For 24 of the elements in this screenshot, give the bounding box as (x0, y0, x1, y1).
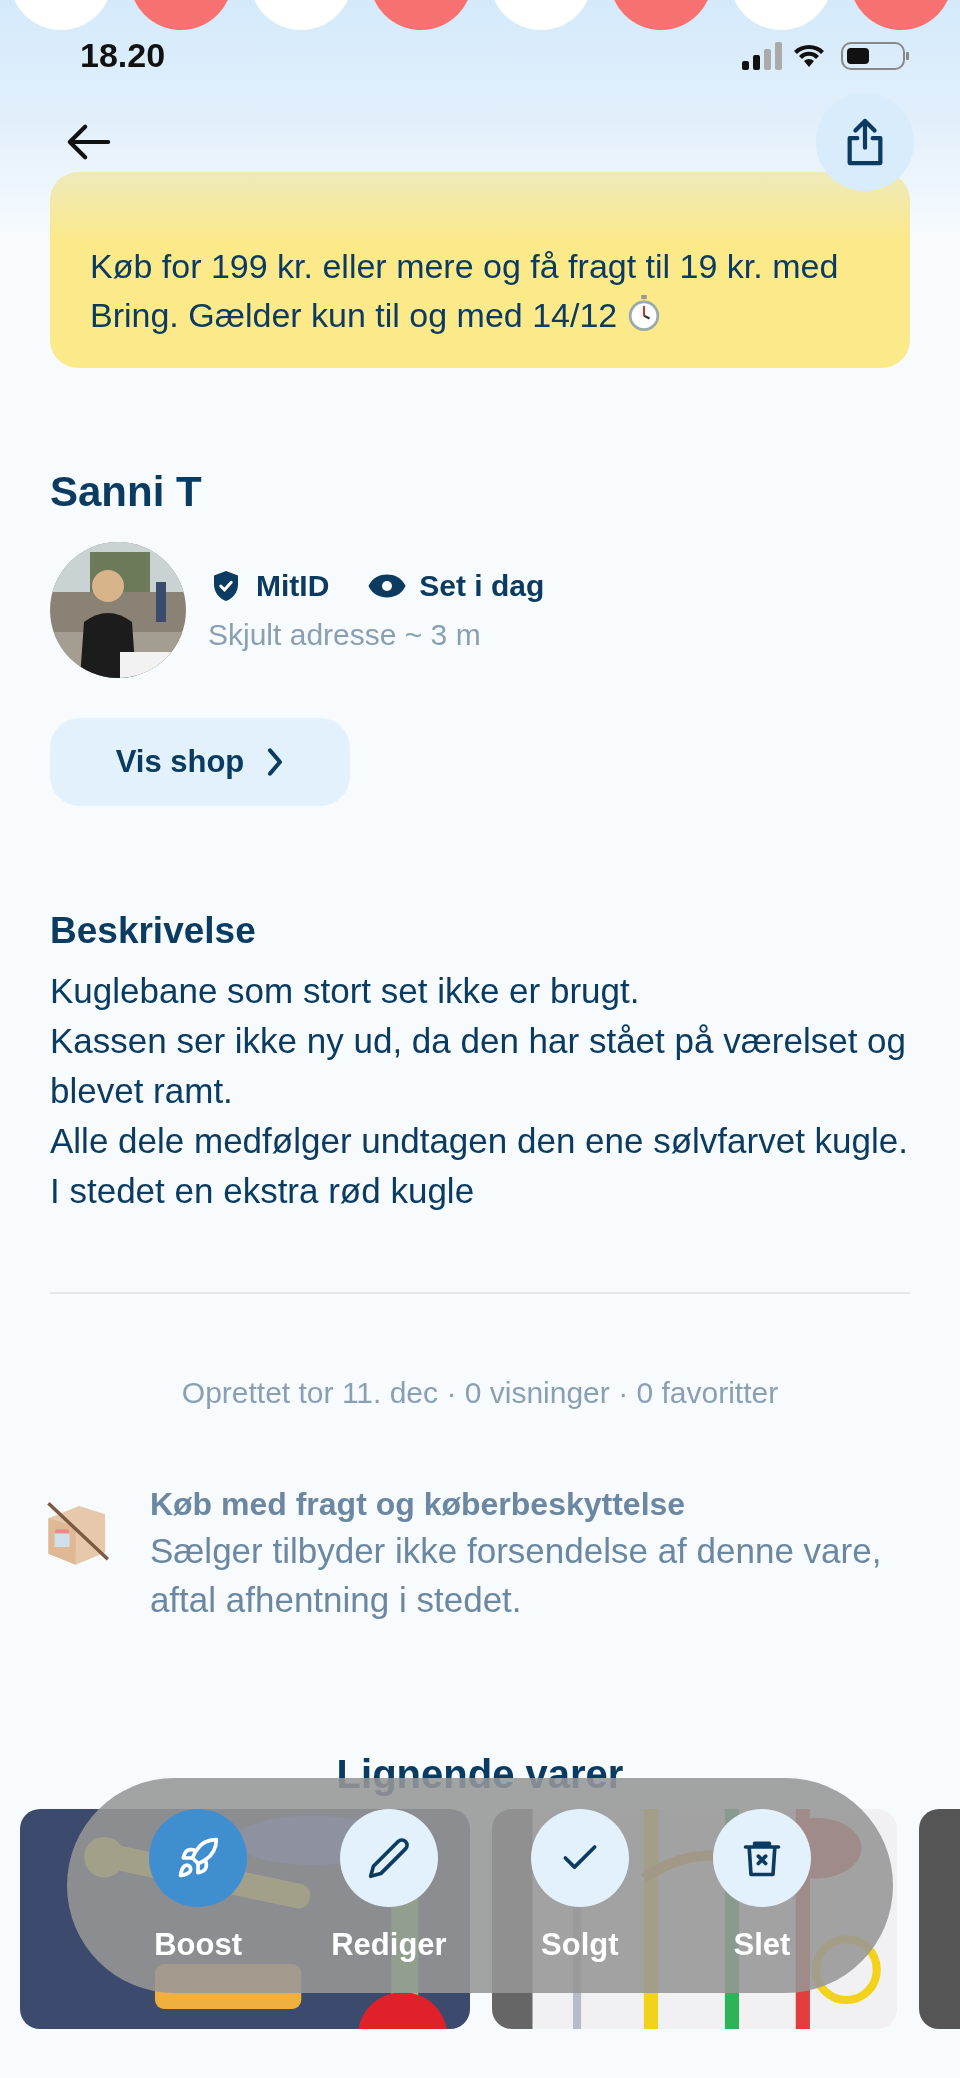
shipping-text: Sælger tilbyder ikke forsendelse af denne vare, aftal afhentning i stedet. (149, 1530, 883, 1621)
seller-location: Skjult adresse ~ 3 m (208, 618, 482, 652)
shipping-title: Køb med fragt og køberbeskyttelse (149, 1485, 687, 1524)
wifi-icon (794, 44, 824, 67)
eye-icon (367, 572, 408, 600)
pencil-icon (366, 1835, 411, 1880)
back-arrow-icon (66, 122, 112, 162)
description-heading: Beskrivelse (50, 910, 257, 952)
chevron-right-icon (266, 747, 285, 777)
seller-name: Sanni T (50, 468, 203, 516)
description-text: Kassen ser ikke ny ud, da den har stået på værelset og blevet ramt. (50, 1020, 908, 1112)
battery-icon (841, 41, 909, 70)
stopwatch-icon (626, 295, 661, 331)
seller-badge-label: MitID (256, 569, 330, 603)
listing-stats: Oprettet tor 11. dec · 0 visninger · 0 favoritter (180, 1376, 780, 1410)
status-time: 18.20 (80, 36, 166, 75)
promo-text: Køb for 199 kr. eller mere og få fragt til 19 kr. med Bring. Gælder kun til og med 14/12 (90, 246, 840, 336)
similar-items-heading: Lignende varer (335, 1752, 625, 1797)
description-text: Alle dele medfølger undtagen den ene sølvfarvet kugle. I stedet en ekstra rød kugle (50, 1120, 909, 1212)
rocket-icon (176, 1835, 221, 1880)
description-text: Kuglebane som stort set ikke er brugt. (50, 970, 641, 1012)
seller-badge-label: Set i dag (419, 569, 545, 603)
signal-icon (742, 41, 782, 70)
view-shop-button[interactable]: Vis shop (50, 718, 350, 806)
